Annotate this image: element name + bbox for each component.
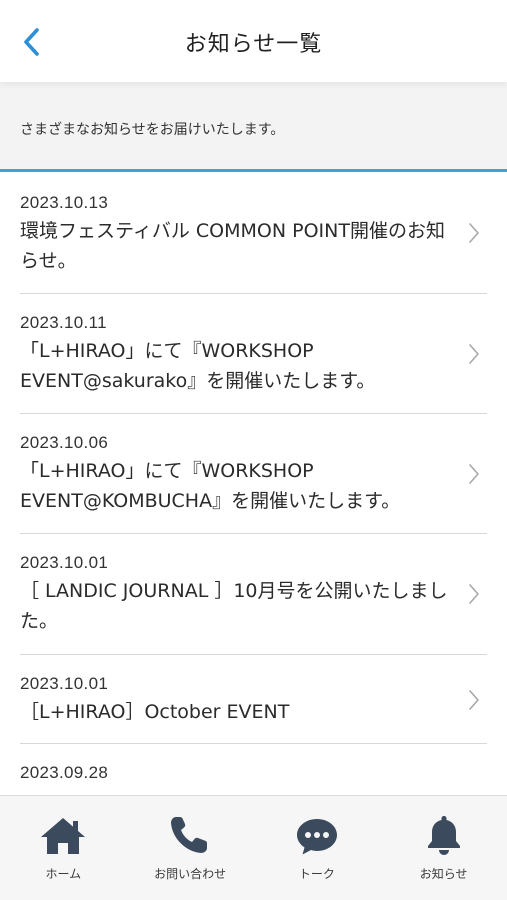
- news-date: 2023.10.13: [20, 193, 109, 212]
- news-item[interactable]: 2023.10.01 ［L+HIRAO］October EVENT: [20, 655, 487, 744]
- news-item[interactable]: 2023.10.11 「L+HIRAO」にて『WORKSHOP EVENT@sa…: [20, 294, 487, 414]
- chevron-right-icon: [469, 690, 479, 710]
- chevron-right-icon: [469, 223, 479, 243]
- news-title: ［L+HIRAO］October EVENT: [20, 701, 290, 723]
- bottom-tab-bar: ホーム お問い合わせ トーク お知らせ: [0, 795, 507, 900]
- tab-news[interactable]: お知らせ: [380, 796, 507, 900]
- tab-label: お知らせ: [419, 867, 468, 881]
- tab-home[interactable]: ホーム: [0, 796, 127, 900]
- intro-banner: さまざまなお知らせをお届けいたします。: [0, 82, 507, 172]
- phone-icon: [171, 817, 208, 853]
- intro-text: さまざまなお知らせをお届けいたします。: [20, 122, 285, 138]
- bell-icon: [427, 816, 460, 855]
- page-title: お知らせ一覧: [184, 32, 323, 57]
- news-item[interactable]: 2023.09.28: [20, 744, 487, 795]
- tab-label: トーク: [298, 867, 335, 881]
- chat-bubble-icon: [296, 819, 337, 855]
- news-date: 2023.10.01: [20, 553, 109, 572]
- header-bar: お知らせ一覧: [0, 0, 507, 82]
- home-icon: [41, 818, 86, 854]
- chevron-right-icon: [469, 584, 479, 604]
- news-list: 2023.10.13 環境フェスティバル COMMON POINT開催のお知らせ…: [0, 173, 507, 795]
- tab-label: ホーム: [45, 867, 82, 881]
- chevron-right-icon: [469, 344, 479, 364]
- news-date: 2023.10.11: [20, 313, 107, 332]
- news-title: 「L+HIRAO」にて『WORKSHOP EVENT@KOMBUCHA』を開催い…: [20, 460, 401, 512]
- tab-label: お問い合わせ: [154, 867, 227, 881]
- news-date: 2023.09.28: [20, 763, 109, 782]
- tab-contact[interactable]: お問い合わせ: [127, 796, 254, 900]
- news-title: ［ LANDIC JOURNAL ］10月号を公開いたしました。: [20, 580, 448, 632]
- news-title: 「L+HIRAO」にて『WORKSHOP EVENT@sakurako』を開催い…: [20, 340, 376, 392]
- tab-talk[interactable]: トーク: [254, 796, 381, 900]
- chevron-right-icon: [469, 464, 479, 484]
- news-title: 環境フェスティバル COMMON POINT開催のお知らせ。: [20, 220, 445, 272]
- news-item[interactable]: 2023.10.01 ［ LANDIC JOURNAL ］10月号を公開いたしま…: [20, 534, 487, 655]
- news-item[interactable]: 2023.10.06 「L+HIRAO」にて『WORKSHOP EVENT@KO…: [20, 414, 487, 534]
- news-date: 2023.10.01: [20, 674, 109, 693]
- news-date: 2023.10.06: [20, 433, 109, 452]
- news-item[interactable]: 2023.10.13 環境フェスティバル COMMON POINT開催のお知らせ…: [20, 173, 487, 294]
